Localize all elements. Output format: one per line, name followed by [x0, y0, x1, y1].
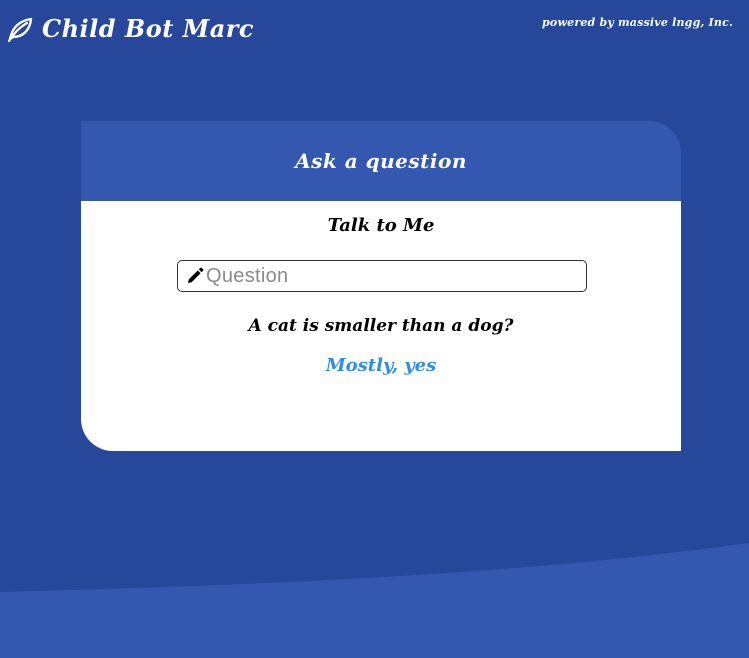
talk-to-me-heading: Talk to Me	[327, 215, 435, 236]
question-field[interactable]	[177, 260, 587, 292]
question-card: Ask a question Talk to Me A cat is small…	[81, 121, 681, 451]
powered-by-text: powered by massive lngg, Inc.	[542, 16, 733, 29]
brand[interactable]: Child Bot Marc	[6, 15, 254, 43]
app-root: Child Bot Marc powered by massive lngg, …	[0, 0, 749, 658]
app-title: Child Bot Marc	[42, 14, 255, 43]
leaf-icon	[7, 17, 33, 43]
pencil-icon	[188, 267, 204, 283]
card-body: Talk to Me A cat is smaller than a dog? …	[81, 201, 681, 451]
answer-text: Mostly, yes	[325, 355, 437, 376]
question-input[interactable]	[204, 262, 586, 290]
card-header-title: Ask a question	[295, 149, 467, 173]
card-header: Ask a question	[81, 121, 681, 201]
asked-question-text: A cat is smaller than a dog?	[248, 316, 514, 336]
